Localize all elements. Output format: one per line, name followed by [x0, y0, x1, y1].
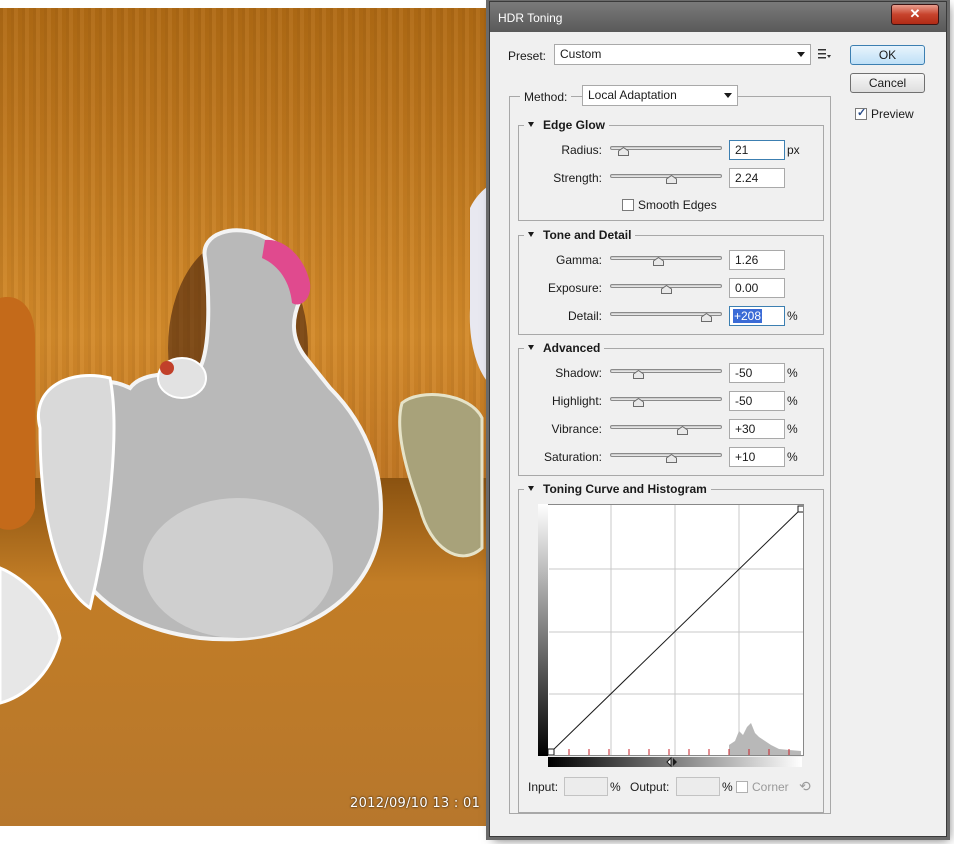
- advanced-header[interactable]: Advanced: [524, 341, 605, 355]
- output-field[interactable]: [676, 777, 720, 796]
- reset-curve-icon[interactable]: ⟲: [799, 778, 811, 795]
- collapse-triangle-icon: [528, 345, 534, 350]
- strength-slider-thumb[interactable]: [666, 175, 678, 184]
- tone-detail-title: Tone and Detail: [543, 228, 632, 242]
- shadow-label: Shadow:: [555, 366, 602, 380]
- method-select[interactable]: Local Adaptation: [582, 85, 738, 106]
- preset-value: Custom: [560, 47, 602, 61]
- highlight-label: Highlight:: [551, 394, 602, 408]
- highlight-slider[interactable]: [610, 397, 722, 401]
- close-icon: ✕: [909, 6, 921, 21]
- edge-glow-header[interactable]: Edge Glow: [524, 118, 610, 132]
- input-field[interactable]: [564, 777, 608, 796]
- dialog-client: Preset: Custom OK Cancel ✓ Preview Metho…: [498, 32, 938, 828]
- output-gradient-bar: [538, 504, 548, 756]
- radius-label: Radius:: [561, 143, 602, 157]
- histogram-split-icon[interactable]: [666, 756, 678, 768]
- close-button[interactable]: ✕: [891, 4, 939, 25]
- gamma-slider[interactable]: [610, 256, 722, 260]
- shadow-input[interactable]: -50: [729, 363, 785, 383]
- preset-options-icon[interactable]: [818, 48, 832, 62]
- title-bar[interactable]: HDR Toning ✕: [490, 2, 946, 32]
- saturation-slider-thumb[interactable]: [666, 454, 678, 463]
- check-icon: ✓: [857, 107, 867, 119]
- preset-select[interactable]: Custom: [554, 44, 811, 65]
- collapse-triangle-icon: [528, 122, 534, 127]
- input-label: Input:: [528, 780, 559, 794]
- histogram-area: [729, 723, 801, 755]
- vibrance-slider-thumb[interactable]: [677, 426, 689, 435]
- vibrance-slider[interactable]: [610, 425, 722, 429]
- saturation-label: Saturation:: [543, 450, 602, 464]
- tone-curve-line: [550, 508, 802, 753]
- chevron-down-icon: [724, 93, 732, 98]
- exposure-input[interactable]: 0.00: [729, 278, 785, 298]
- detail-label: Detail:: [567, 309, 602, 323]
- exposure-slider-thumb[interactable]: [660, 285, 672, 294]
- collapse-triangle-icon: [528, 232, 534, 237]
- output-label: Output:: [630, 780, 670, 794]
- strength-input[interactable]: 2.24: [729, 168, 785, 188]
- toning-curve-title: Toning Curve and Histogram: [543, 482, 707, 496]
- ok-button[interactable]: OK: [850, 45, 925, 65]
- radius-input[interactable]: 21: [729, 140, 785, 160]
- radius-unit: px: [787, 143, 800, 157]
- curve-point-white: [797, 505, 803, 513]
- preview-checkbox[interactable]: ✓: [855, 107, 867, 120]
- gamma-slider-thumb[interactable]: [652, 257, 664, 266]
- detail-unit: %: [787, 309, 798, 323]
- highlight-unit: %: [787, 394, 798, 408]
- method-value: Local Adaptation: [588, 88, 677, 102]
- exposure-label: Exposure:: [547, 281, 602, 295]
- collapse-triangle-icon: [528, 486, 534, 491]
- advanced-title: Advanced: [543, 341, 601, 355]
- shadow-slider[interactable]: [610, 369, 722, 373]
- highlight-input[interactable]: -50: [729, 391, 785, 411]
- detail-input-selection: +208: [733, 309, 763, 323]
- shadow-unit: %: [787, 366, 798, 380]
- detail-input[interactable]: +208: [729, 306, 785, 326]
- edge-glow-title: Edge Glow: [543, 118, 606, 132]
- output-unit: %: [722, 780, 733, 794]
- saturation-input[interactable]: +10: [729, 447, 785, 467]
- preset-label: Preset:: [508, 49, 547, 63]
- radius-slider-thumb[interactable]: [617, 147, 629, 156]
- input-unit: %: [610, 780, 621, 794]
- shadow-slider-thumb[interactable]: [632, 370, 644, 379]
- gamma-label: Gamma:: [555, 253, 602, 267]
- preview-label: Preview: [871, 107, 914, 121]
- corner-checkbox[interactable]: [736, 781, 748, 793]
- strength-label: Strength:: [553, 171, 602, 185]
- toning-curve-header[interactable]: Toning Curve and Histogram: [524, 482, 711, 496]
- photo-canvas: 2012/09/10 13 : 01: [0, 8, 494, 826]
- corner-label: Corner: [752, 780, 789, 794]
- saturation-unit: %: [787, 450, 798, 464]
- dialog-title: HDR Toning: [498, 11, 563, 25]
- hdr-toning-dialog: HDR Toning ✕ Preset: Custom OK Cancel ✓ …: [490, 2, 946, 836]
- photo-timestamp: 2012/09/10 13 : 01: [350, 796, 481, 811]
- method-label: Method:: [520, 90, 572, 104]
- chevron-down-icon: [797, 52, 805, 57]
- cancel-button[interactable]: Cancel: [850, 73, 925, 93]
- vibrance-unit: %: [787, 422, 798, 436]
- vibrance-input[interactable]: +30: [729, 419, 785, 439]
- gamma-input[interactable]: 1.26: [729, 250, 785, 270]
- curve-plot[interactable]: [539, 505, 804, 756]
- highlight-slider-thumb[interactable]: [632, 398, 644, 407]
- turkey-figurine: [0, 183, 494, 705]
- toning-curve-graph[interactable]: [538, 504, 804, 756]
- curve-point-black: [547, 748, 555, 755]
- smooth-edges-checkbox[interactable]: [622, 199, 634, 211]
- vibrance-label: Vibrance:: [551, 422, 602, 436]
- tone-detail-header[interactable]: Tone and Detail: [524, 228, 636, 242]
- detail-slider-thumb[interactable]: [700, 313, 712, 322]
- smooth-edges-label: Smooth Edges: [638, 198, 717, 212]
